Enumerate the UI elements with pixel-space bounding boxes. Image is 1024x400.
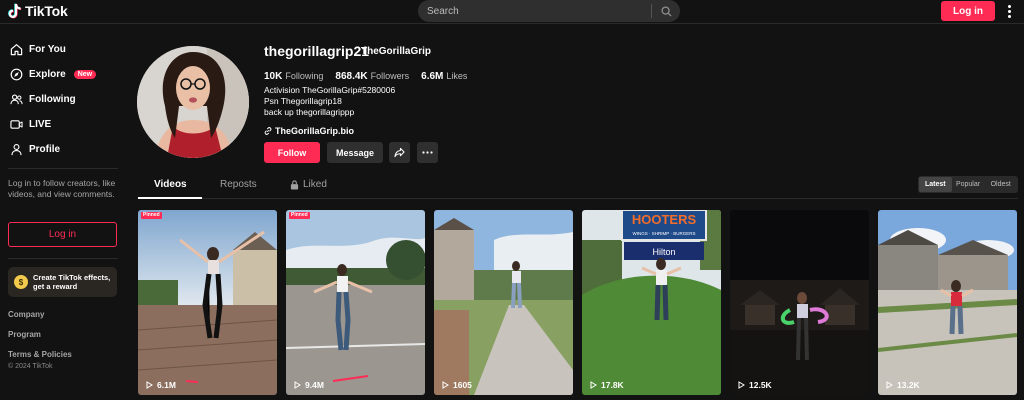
- view-count: 17.8K: [590, 380, 624, 390]
- sidebar: For You Explore New Following LIVE Profi…: [0, 25, 130, 400]
- sort-toggle: Latest Popular Oldest: [918, 176, 1018, 193]
- tab-liked[interactable]: Liked: [290, 179, 327, 190]
- search-icon: [660, 5, 672, 17]
- pinned-badge: Pinned: [141, 212, 162, 219]
- header-login-button[interactable]: Log in: [941, 1, 995, 21]
- person-icon: [10, 143, 23, 156]
- avatar: [137, 46, 249, 158]
- tab-videos[interactable]: Videos: [154, 179, 187, 190]
- hilton-sign-text: Hilton: [652, 247, 675, 257]
- search-bar: [418, 0, 680, 22]
- top-bar: TikTok Log in: [0, 0, 1024, 24]
- hooters-subtext: WINGS · SHRIMP · BURGERS: [633, 231, 696, 236]
- effects-label: Create TikTok effects, get a reward: [33, 273, 111, 291]
- create-effects-banner[interactable]: $ Create TikTok effects, get a reward: [8, 267, 117, 297]
- video-card[interactable]: Pinned 9.4M: [286, 210, 425, 395]
- view-count: 6.1M: [146, 380, 176, 390]
- video-thumbnail: [434, 210, 573, 395]
- sidebar-divider: [8, 168, 118, 169]
- active-tab-indicator: [138, 197, 202, 199]
- profile-tabs: Videos Reposts Liked: [138, 176, 1018, 199]
- profile-nickname: TheGorillaGrip: [361, 46, 432, 57]
- follow-button[interactable]: Follow: [264, 142, 320, 163]
- sidebar-item-live[interactable]: LIVE: [10, 115, 51, 133]
- profile-link-text: TheGorillaGrip.bio: [275, 126, 355, 136]
- play-icon: [146, 381, 153, 389]
- sidebar-link-terms[interactable]: Terms & Policies: [8, 350, 72, 359]
- bio-line: Psn Thegorillagrip18: [264, 96, 342, 106]
- sidebar-login-button[interactable]: Log in: [8, 222, 117, 247]
- view-count: 1605: [442, 380, 472, 390]
- new-badge: New: [73, 69, 97, 79]
- video-thumbnail: [878, 210, 1017, 395]
- profile-bio: Activision TheGorillaGrip#5280006 Psn Th…: [264, 85, 395, 118]
- bio-line: Activision TheGorillaGrip#5280006: [264, 85, 396, 95]
- play-icon: [442, 381, 449, 389]
- video-thumbnail: [286, 210, 425, 395]
- profile-link[interactable]: TheGorillaGrip.bio: [264, 126, 354, 136]
- live-icon: [10, 118, 23, 131]
- play-icon: [590, 381, 597, 389]
- more-options-icon[interactable]: [1003, 3, 1015, 19]
- stat-followers[interactable]: 868.4K Followers: [335, 66, 409, 84]
- share-button[interactable]: [389, 142, 410, 163]
- users-icon: [10, 93, 23, 106]
- video-card[interactable]: 13.2K: [878, 210, 1017, 395]
- search-input[interactable]: [418, 5, 651, 17]
- ellipsis-icon: [422, 151, 433, 154]
- sidebar-item-explore[interactable]: Explore New: [10, 65, 97, 83]
- sidebar-link-program[interactable]: Program: [8, 330, 41, 339]
- sort-oldest[interactable]: Oldest: [984, 177, 1017, 192]
- sidebar-item-label: Following: [29, 93, 76, 105]
- sidebar-item-for-you[interactable]: For You: [10, 40, 66, 58]
- bio-line: back up thegorillagrippp: [264, 107, 355, 117]
- message-button[interactable]: Message: [327, 142, 383, 163]
- pinned-badge: Pinned: [289, 212, 310, 219]
- link-icon: [264, 127, 272, 135]
- login-prompt-text: Log in to follow creators, like videos, …: [8, 178, 116, 199]
- play-icon: [738, 381, 745, 389]
- sidebar-item-label: LIVE: [29, 118, 52, 130]
- view-count: 12.5K: [738, 380, 772, 390]
- lock-icon: [290, 179, 299, 189]
- sidebar-item-label: For You: [29, 43, 66, 55]
- video-thumbnail: HOOTERS WINGS · SHRIMP · BURGERS Hilton: [582, 210, 721, 395]
- sidebar-divider: [8, 258, 118, 259]
- sidebar-item-profile[interactable]: Profile: [10, 140, 60, 158]
- copyright-text: © 2024 TikTok: [8, 363, 53, 370]
- video-card[interactable]: 1605: [434, 210, 573, 395]
- more-actions-button[interactable]: [417, 142, 438, 163]
- view-count: 13.2K: [886, 380, 920, 390]
- play-icon: [294, 381, 301, 389]
- tiktok-logo-icon: [8, 3, 22, 19]
- profile-username: thegorillagrip21: [264, 43, 370, 59]
- video-card[interactable]: 12.5K: [730, 210, 869, 395]
- video-thumbnail: [730, 210, 869, 395]
- search-button[interactable]: [652, 0, 680, 22]
- sidebar-item-label: Explore: [29, 68, 66, 80]
- stat-following[interactable]: 10K Following: [264, 66, 323, 84]
- logo-text: TikTok: [25, 3, 68, 19]
- profile-stats: 10K Following 868.4K Followers 6.6M Likes: [264, 66, 467, 84]
- effects-coin-icon: $: [14, 275, 28, 289]
- play-icon: [886, 381, 893, 389]
- sort-latest[interactable]: Latest: [919, 177, 952, 192]
- hooters-sign-text: HOOTERS: [632, 212, 697, 227]
- home-icon: [10, 43, 23, 56]
- video-card[interactable]: HOOTERS WINGS · SHRIMP · BURGERS Hilton …: [582, 210, 721, 395]
- sidebar-item-following[interactable]: Following: [10, 90, 76, 108]
- sidebar-link-company[interactable]: Company: [8, 310, 44, 319]
- share-icon: [394, 147, 405, 158]
- tiktok-logo[interactable]: TikTok: [8, 3, 68, 19]
- video-grid: Pinned 6.1M Pinned 9.4M 1605 HOOTERS WIN…: [138, 210, 1018, 395]
- stat-likes: 6.6M Likes: [421, 71, 468, 82]
- compass-icon: [10, 68, 23, 81]
- view-count: 9.4M: [294, 380, 324, 390]
- video-card[interactable]: Pinned 6.1M: [138, 210, 277, 395]
- sort-popular[interactable]: Popular: [952, 177, 985, 192]
- video-thumbnail: [138, 210, 277, 395]
- sidebar-item-label: Profile: [29, 143, 61, 155]
- tab-reposts[interactable]: Reposts: [220, 179, 257, 190]
